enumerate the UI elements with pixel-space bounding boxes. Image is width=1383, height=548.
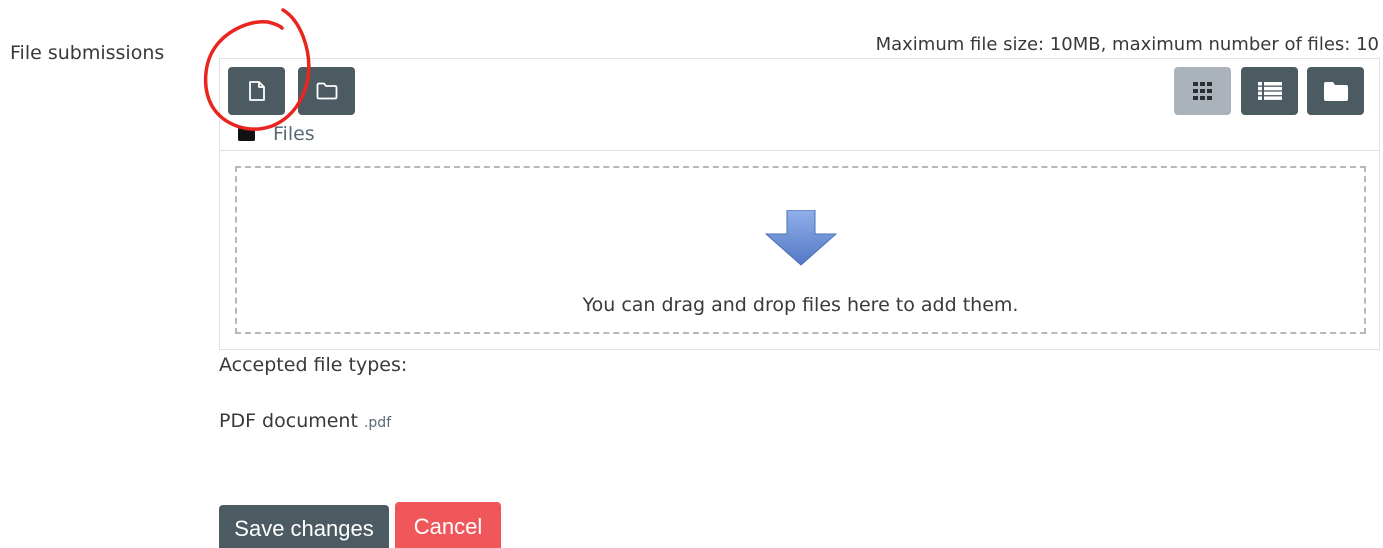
breadcrumb: Files (238, 123, 315, 145)
folder-solid-icon (1323, 81, 1348, 101)
file-manager: Files You can drag and drop files here t… (219, 58, 1380, 350)
accepted-types-title: Accepted file types: (219, 354, 408, 376)
file-type-name: PDF document (219, 410, 358, 432)
accepted-type-item: PDF document .pdf (219, 410, 391, 432)
file-limits-text: Maximum file size: 10MB, maximum number … (875, 34, 1379, 55)
create-folder-button[interactable] (298, 67, 355, 115)
page: File submissions Maximum file size: 10MB… (0, 0, 1383, 548)
view-tree-button[interactable] (1307, 67, 1364, 115)
folder-icon (316, 82, 337, 100)
view-list-button[interactable] (1241, 67, 1298, 115)
file-icon (248, 81, 265, 101)
drop-zone[interactable]: You can drag and drop files here to add … (235, 166, 1366, 334)
grid-icon (1192, 82, 1212, 100)
file-type-extension: .pdf (363, 415, 392, 431)
save-changes-button[interactable]: Save changes (219, 505, 389, 548)
view-icons-button[interactable] (1174, 67, 1231, 115)
cancel-button[interactable]: Cancel (395, 502, 501, 548)
add-file-button[interactable] (228, 67, 285, 115)
file-manager-toolbar: Files (220, 59, 1379, 151)
list-icon (1257, 82, 1282, 100)
breadcrumb-files-link[interactable]: Files (273, 123, 315, 145)
folder-solid-icon (238, 127, 255, 141)
arrow-down-icon (765, 210, 837, 266)
field-label: File submissions (10, 42, 165, 64)
drop-zone-text: You can drag and drop files here to add … (582, 294, 1019, 316)
